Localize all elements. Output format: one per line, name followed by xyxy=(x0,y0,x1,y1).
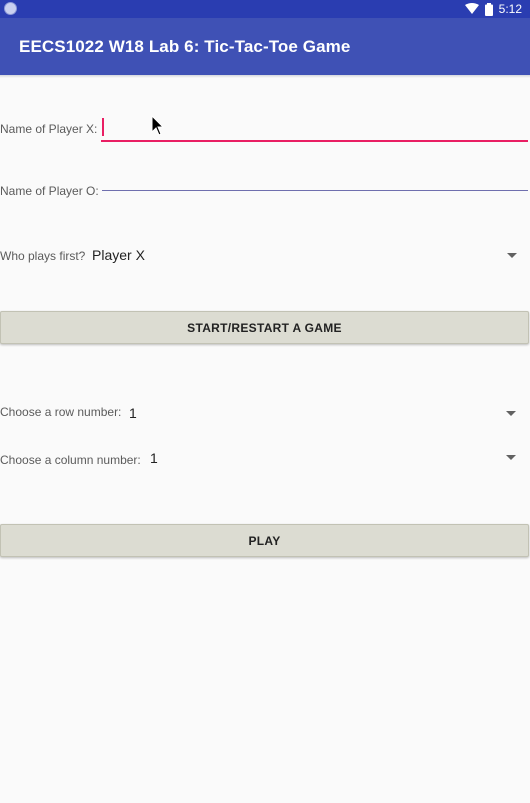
column-number-value: 1 xyxy=(150,450,158,466)
player-x-name-input[interactable] xyxy=(101,116,528,142)
mouse-pointer-icon xyxy=(151,115,165,136)
text-cursor xyxy=(102,118,104,136)
start-restart-button[interactable]: START/RESTART A GAME xyxy=(0,311,529,344)
wifi-icon xyxy=(464,3,479,14)
player-o-label: Name of Player O: xyxy=(0,184,99,198)
dropdown-caret-icon xyxy=(506,411,516,416)
status-bar: 5:12 xyxy=(0,0,530,18)
row-number-value: 1 xyxy=(129,405,137,421)
column-number-spinner[interactable]: 1 xyxy=(146,443,521,473)
player-x-label: Name of Player X: xyxy=(0,122,98,136)
first-player-value: Player X xyxy=(92,247,145,263)
column-number-label: Choose a column number: xyxy=(0,453,141,467)
toolbar-shadow xyxy=(0,75,530,78)
app-title: EECS1022 W18 Lab 6: Tic-Tac-Toe Game xyxy=(19,37,351,56)
dropdown-caret-icon xyxy=(506,455,516,460)
battery-icon xyxy=(484,2,493,16)
status-icons: 5:12 xyxy=(464,1,522,17)
player-o-name-input[interactable] xyxy=(102,170,528,191)
row-number-spinner[interactable]: 1 xyxy=(125,397,521,427)
notification-dot-icon xyxy=(4,2,17,15)
first-player-label: Who plays first? xyxy=(0,249,86,263)
dropdown-caret-icon xyxy=(507,253,517,258)
play-button[interactable]: PLAY xyxy=(0,524,529,557)
first-player-spinner[interactable]: Player X xyxy=(88,240,520,270)
app-toolbar: EECS1022 W18 Lab 6: Tic-Tac-Toe Game xyxy=(0,18,530,75)
row-number-label: Choose a row number: xyxy=(0,405,122,419)
status-time: 5:12 xyxy=(498,2,522,16)
